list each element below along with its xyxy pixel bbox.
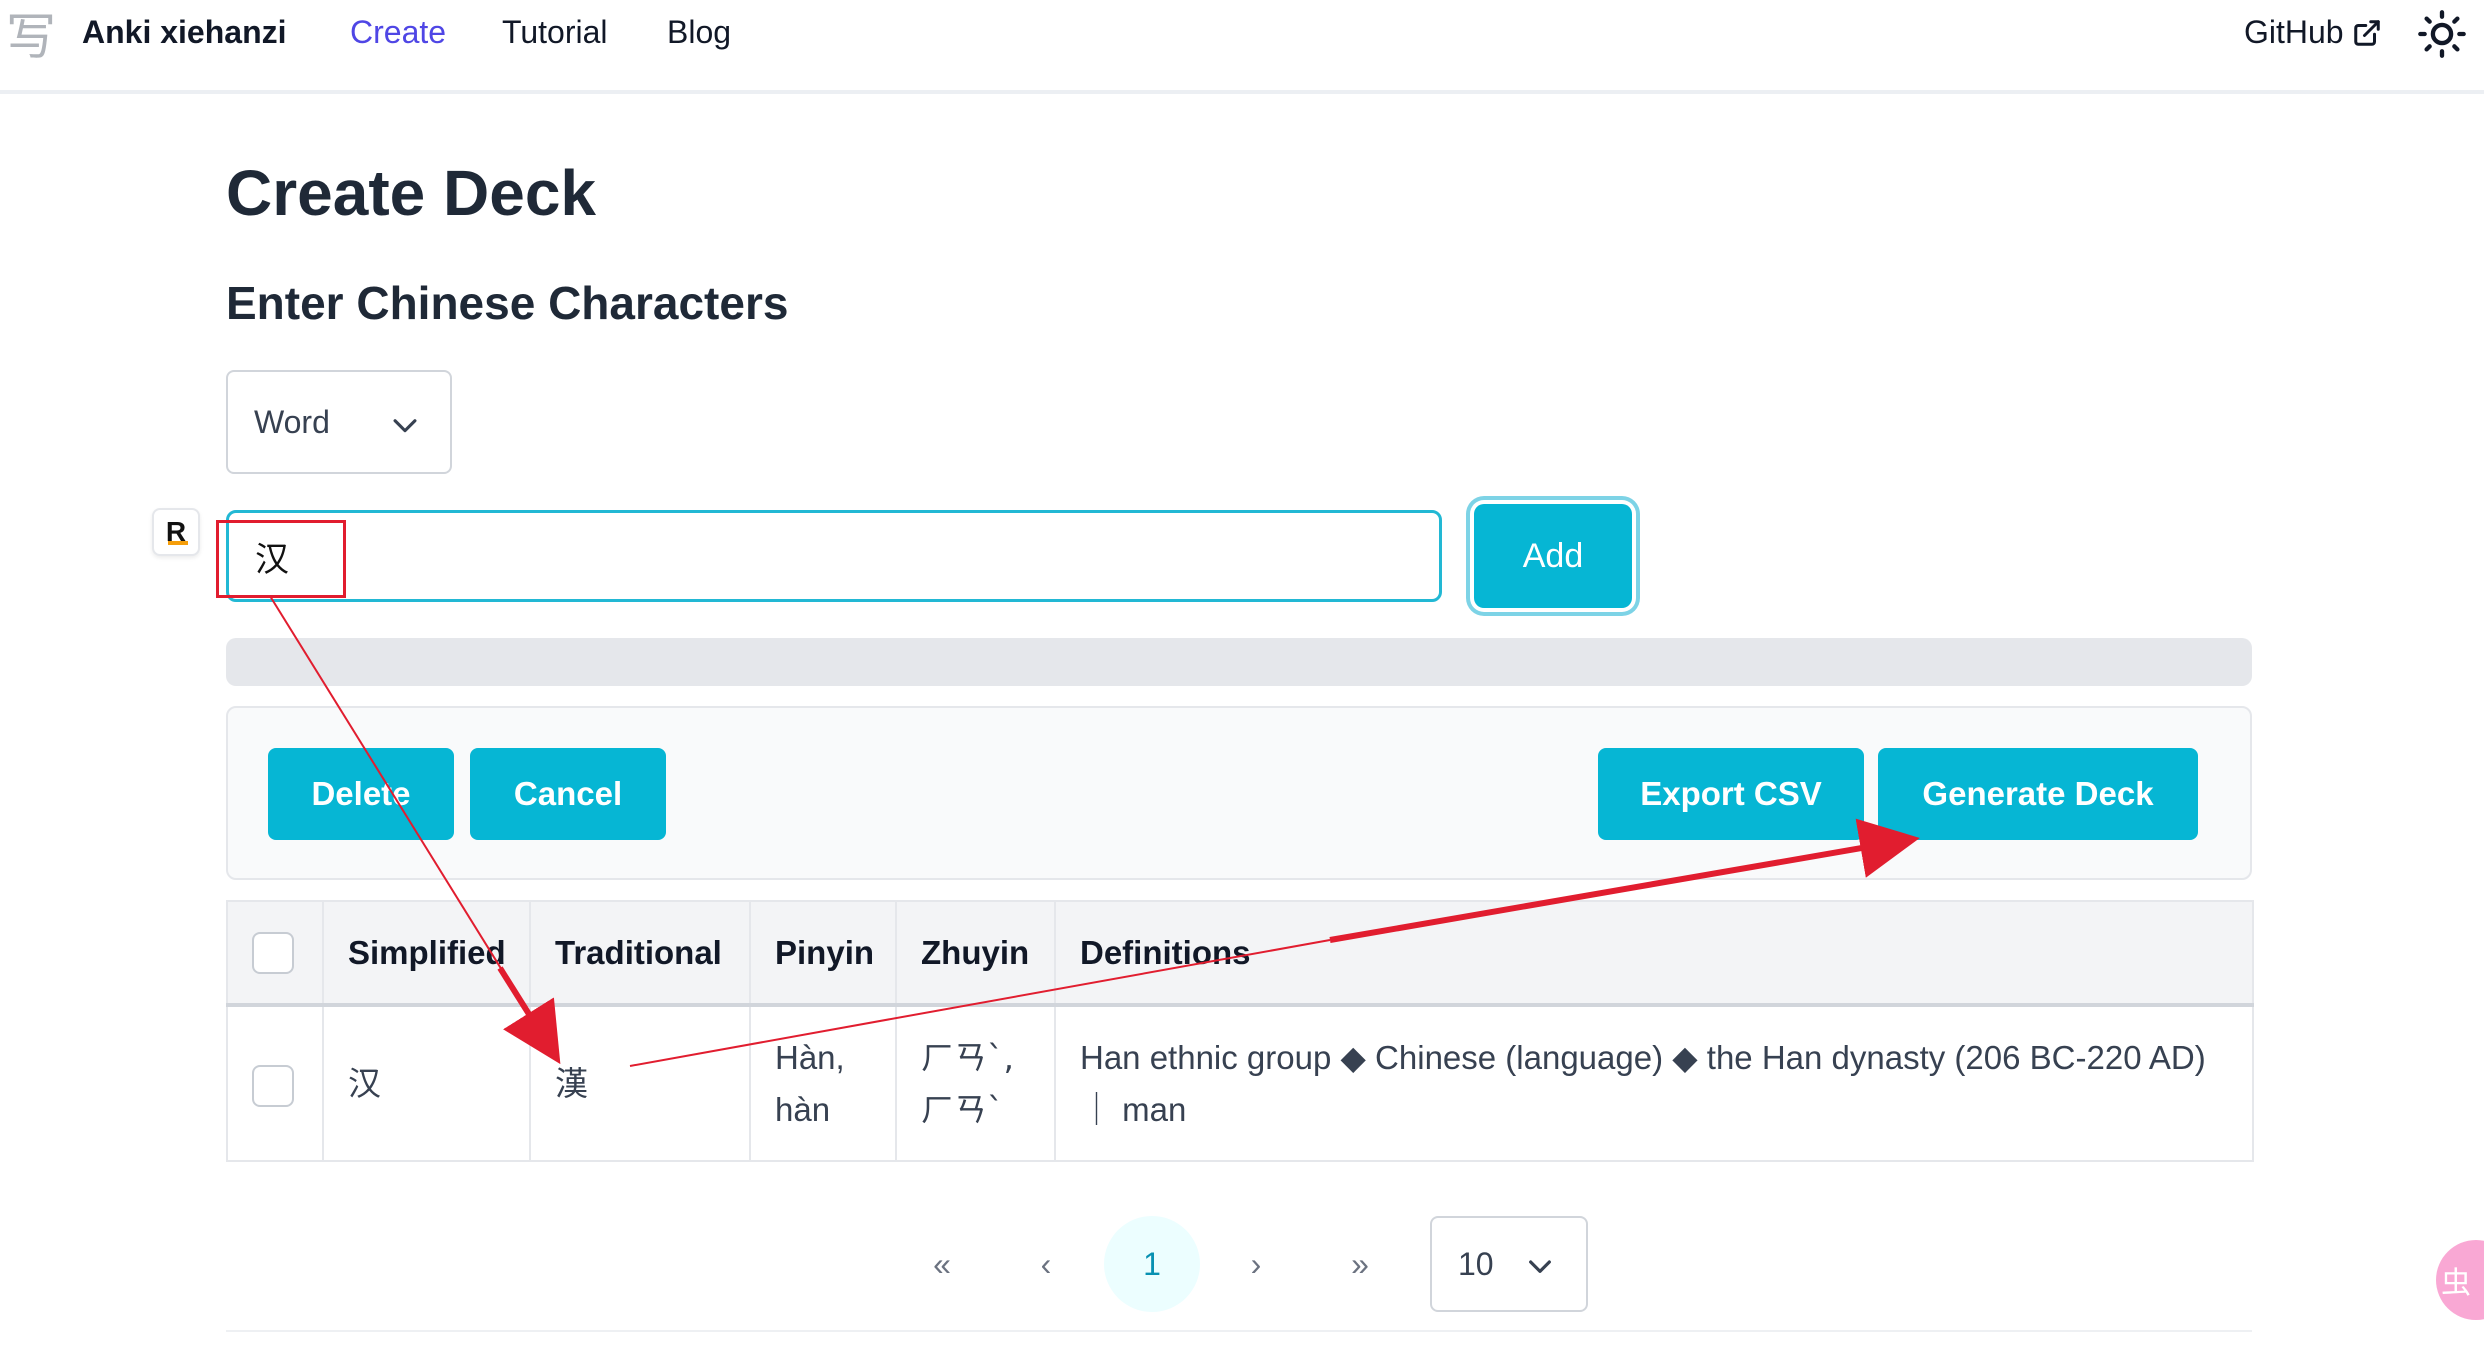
generate-deck-button[interactable]: Generate Deck (1878, 748, 2198, 840)
export-csv-button[interactable]: Export CSV (1598, 748, 1864, 840)
next-page-button[interactable]: › (1208, 1216, 1304, 1312)
cancel-button[interactable]: Cancel (470, 748, 666, 840)
cell-definitions: Han ethnic group ◆ Chinese (language) ◆ … (1054, 1004, 2254, 1162)
page-size-select[interactable]: 10 (1430, 1216, 1588, 1312)
cell-traditional: 漢 (529, 1004, 751, 1162)
sun-icon[interactable] (2416, 8, 2468, 60)
progress-bar (226, 638, 2252, 686)
nav-link-github[interactable]: GitHub (2244, 14, 2382, 51)
previous-page-button[interactable]: ‹ (998, 1216, 1094, 1312)
page-title: Create Deck (226, 157, 596, 229)
column-header-definitions[interactable]: Definitions (1054, 900, 2254, 1007)
github-label: GitHub (2244, 14, 2344, 50)
browser-extension-badge[interactable]: R (152, 508, 200, 556)
action-toolbar: Delete Cancel Export CSV Generate Deck (226, 706, 2252, 880)
column-header-zhuyin[interactable]: Zhuyin (895, 900, 1056, 1007)
delete-button[interactable]: Delete (268, 748, 454, 840)
extension-badge-underline (168, 541, 188, 545)
table-header-row: Simplified Traditional Pinyin Zhuyin Def… (226, 900, 2254, 1007)
first-page-button[interactable]: « (894, 1216, 990, 1312)
nav-link-blog[interactable]: Blog (667, 14, 731, 51)
last-page-button[interactable]: » (1312, 1216, 1408, 1312)
chevron-down-icon (1524, 1250, 1556, 1282)
cell-pinyin: Hàn, hàn (749, 1004, 897, 1162)
logo-icon[interactable]: 写 (0, 2, 62, 66)
page-button-current[interactable]: 1 (1104, 1216, 1200, 1312)
add-button[interactable]: Add (1474, 504, 1632, 608)
column-header-pinyin[interactable]: Pinyin (749, 900, 897, 1007)
mode-select-value: Word (254, 403, 330, 440)
footer-divider (226, 1330, 2252, 1332)
top-navbar: 写 Anki xiehanzi Create Tutorial Blog Git… (0, 0, 2484, 94)
table-row[interactable]: 汉 漢 Hàn, hàn ㄏㄢˋ, ㄏㄢˋ Han ethnic group ◆… (226, 1004, 2254, 1162)
cell-zhuyin: ㄏㄢˋ, ㄏㄢˋ (895, 1004, 1056, 1162)
page-size-value: 10 (1458, 1245, 1494, 1282)
section-title: Enter Chinese Characters (226, 277, 789, 329)
chevron-down-icon (388, 408, 422, 442)
row-checkbox[interactable] (252, 1064, 294, 1107)
cell-simplified: 汉 (322, 1004, 531, 1162)
external-link-icon (2352, 18, 2382, 48)
nav-link-create[interactable]: Create (350, 14, 446, 51)
column-header-traditional[interactable]: Traditional (529, 900, 751, 1007)
select-all-checkbox[interactable] (252, 931, 294, 974)
characters-table: Simplified Traditional Pinyin Zhuyin Def… (226, 900, 2254, 1162)
characters-input[interactable] (226, 510, 1442, 602)
floating-helper-button[interactable]: 虫 (2436, 1240, 2484, 1320)
nav-link-tutorial[interactable]: Tutorial (502, 14, 608, 51)
brand-name[interactable]: Anki xiehanzi (82, 14, 287, 51)
column-header-simplified[interactable]: Simplified (322, 900, 531, 1007)
mode-select[interactable]: Word (226, 370, 452, 474)
